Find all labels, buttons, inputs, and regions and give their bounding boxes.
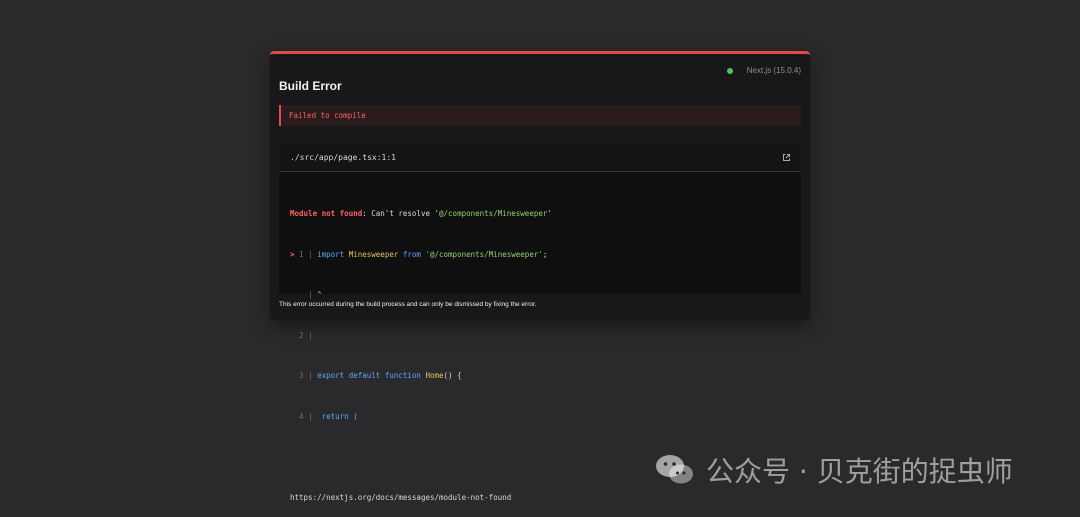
page: Next.js (15.0.4) Build Error Failed to c… [0, 0, 1080, 517]
code-line-4: 4 | return ( [299, 411, 358, 421]
footer-note: This error occurred during the build pro… [279, 301, 537, 308]
compile-error-banner: Failed to compile [279, 105, 801, 126]
code-line-1: > 1 | import Minesweeper from '@/compone… [290, 249, 548, 259]
code-line-caret: | ^ [308, 290, 322, 299]
version-indicator: Next.js (15.0.4) [726, 66, 801, 75]
file-path: ./src/app/page.tsx:1:1 [290, 153, 396, 162]
code-line-3: 3 | export default function Home() { [299, 371, 462, 380]
external-link-icon[interactable] [782, 153, 791, 162]
nextjs-version: Next.js (15.0.4) [746, 66, 801, 75]
code-line-error: Module not found: Can't resolve '@/compo… [290, 209, 552, 218]
compile-error-text: Failed to compile [289, 111, 366, 120]
build-error-dialog: Next.js (15.0.4) Build Error Failed to c… [270, 51, 810, 502]
docs-link[interactable]: https://nextjs.org/docs/messages/module-… [290, 491, 790, 505]
code-frame-header: ./src/app/page.tsx:1:1 [279, 144, 801, 172]
watermark-text: 公众号 · 贝克街的捉虫师 [706, 455, 1013, 488]
code-frame: ./src/app/page.tsx:1:1 Module not found:… [279, 144, 801, 502]
wechat-watermark: 公众号 · 贝克街的捉虫师 [654, 449, 1013, 491]
dialog-title: Build Error [279, 79, 342, 93]
code-line-2: 2 | [299, 330, 313, 340]
status-dot-icon [726, 67, 733, 74]
wechat-icon [656, 455, 693, 484]
